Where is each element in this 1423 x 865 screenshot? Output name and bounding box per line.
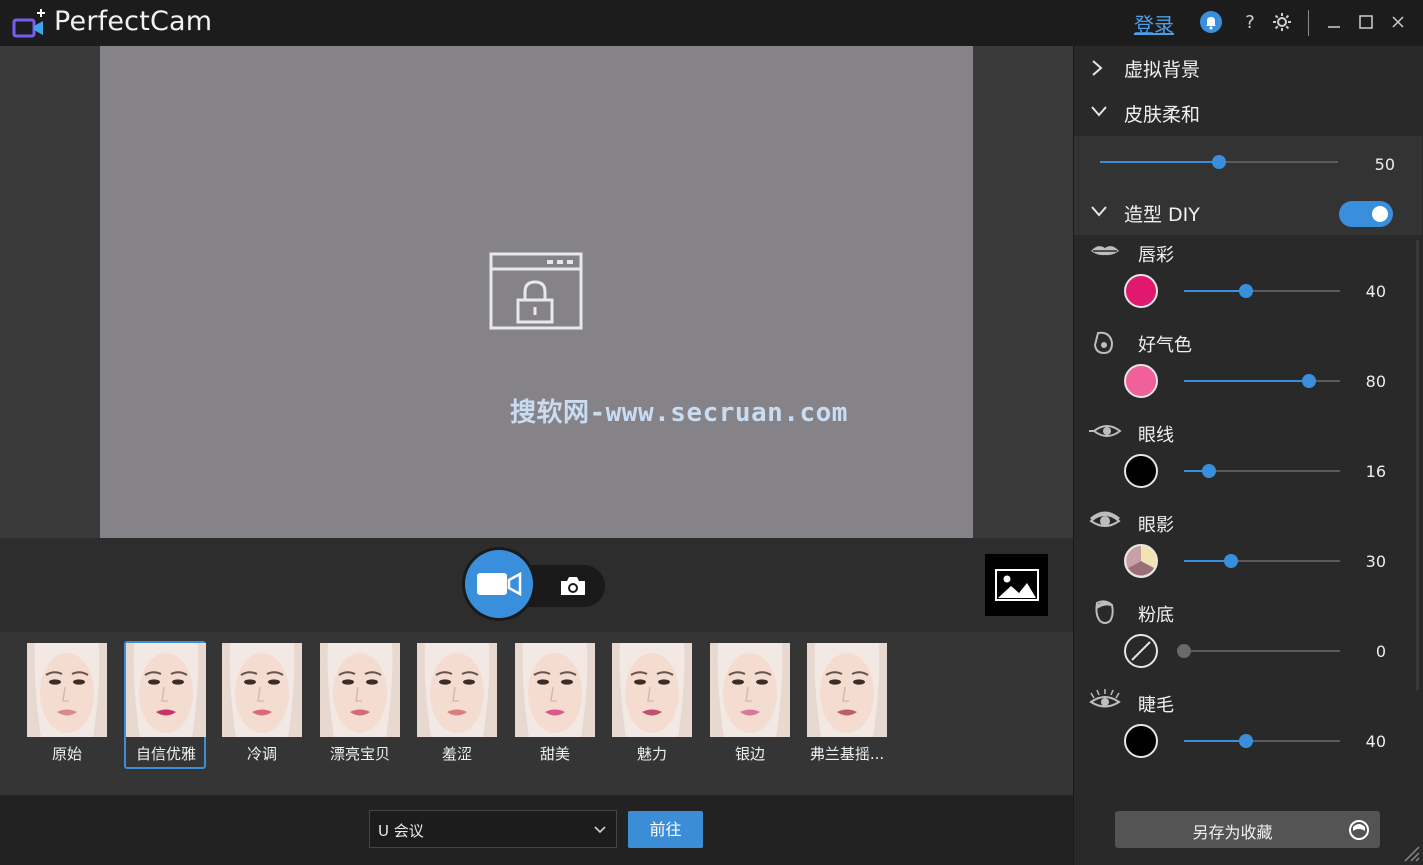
lips-icon xyxy=(1091,246,1119,256)
style-face-thumbnail xyxy=(222,643,302,737)
style-preset-label: 自信优雅 xyxy=(135,745,196,763)
style-preset-item[interactable]: 羞涩 xyxy=(417,643,497,769)
settings-gear-icon[interactable] xyxy=(1269,9,1295,35)
eyeshadow-icon xyxy=(1089,511,1121,527)
no-color-icon xyxy=(1131,641,1151,661)
go-button[interactable]: 前往 xyxy=(628,811,703,848)
makeup-intensity-value: 80 xyxy=(1365,372,1386,391)
skin-smoothing-slider[interactable] xyxy=(1100,154,1338,170)
video-mode-button[interactable] xyxy=(465,550,533,618)
maximize-icon[interactable] xyxy=(1353,9,1379,35)
locked-window-icon xyxy=(489,252,583,330)
help-icon[interactable]: ? xyxy=(1237,9,1263,35)
makeup-color-swatch[interactable] xyxy=(1124,544,1158,578)
save-as-favorite-label: 另存为收藏 xyxy=(1192,823,1273,842)
eyeshadow-palette-icon xyxy=(1126,546,1156,576)
style-preset-label: 甜美 xyxy=(539,745,570,763)
meeting-app-value: U 会议 xyxy=(378,822,424,840)
app-title: PerfectCam xyxy=(54,6,213,37)
virtual-background-header[interactable]: 虚拟背景 xyxy=(1074,46,1422,90)
makeup-color-swatch[interactable] xyxy=(1124,634,1158,668)
style-face-thumbnail xyxy=(710,643,790,737)
style-face-thumbnail xyxy=(126,643,206,737)
style-preset-item[interactable]: 弗兰基摇... xyxy=(807,643,887,769)
skin-smoothing-header[interactable]: 皮肤柔和 xyxy=(1074,91,1422,135)
panel-scrollbar[interactable] xyxy=(1416,240,1419,690)
style-face-thumbnail xyxy=(417,643,497,737)
blush-face-icon xyxy=(1093,331,1114,355)
makeup-intensity-slider[interactable] xyxy=(1184,373,1340,389)
style-face-thumbnail xyxy=(515,643,595,737)
makeup-intensity-slider[interactable] xyxy=(1177,643,1340,659)
makeup-color-swatch[interactable] xyxy=(1124,454,1158,488)
chevron-right-icon xyxy=(1092,60,1103,76)
makeup-label: 眼线 xyxy=(1138,425,1174,446)
notification-bell-icon[interactable] xyxy=(1198,9,1224,35)
virtual-background-title: 虚拟背景 xyxy=(1124,59,1201,81)
makeup-label: 好气色 xyxy=(1138,335,1192,356)
foundation-face-icon xyxy=(1095,600,1114,624)
gallery-button[interactable] xyxy=(985,554,1048,616)
save-as-favorite-button[interactable]: 另存为收藏 xyxy=(1115,811,1380,848)
resize-grip-icon[interactable] xyxy=(1400,842,1420,862)
style-preset-item[interactable]: 银边 xyxy=(710,643,790,769)
chevron-down-icon xyxy=(1091,106,1107,117)
style-preset-item[interactable]: 魅力 xyxy=(612,643,692,769)
style-preset-label: 冷调 xyxy=(246,745,277,763)
eyelash-icon xyxy=(1089,689,1121,708)
makeup-intensity-value: 0 xyxy=(1375,642,1386,661)
skin-smoothing-title: 皮肤柔和 xyxy=(1124,104,1201,126)
makeup-label: 粉底 xyxy=(1138,605,1174,626)
style-preset-label: 羞涩 xyxy=(441,745,472,763)
makeup-intensity-value: 40 xyxy=(1365,282,1386,301)
style-preset-item[interactable]: 漂亮宝贝 xyxy=(320,643,400,769)
style-face-thumbnail xyxy=(612,643,692,737)
eyeliner-icon xyxy=(1089,425,1122,437)
photo-mode-button[interactable] xyxy=(556,572,590,600)
titlebar-divider xyxy=(1308,10,1309,36)
style-face-thumbnail xyxy=(807,643,887,737)
makeup-label: 眼影 xyxy=(1138,515,1174,536)
watermark-text: 搜软网-www.secruan.com xyxy=(510,398,848,428)
makeup-intensity-slider[interactable] xyxy=(1184,553,1340,569)
makeup-color-swatch[interactable] xyxy=(1124,364,1158,398)
close-icon[interactable] xyxy=(1385,9,1411,35)
camera-icon xyxy=(561,577,585,595)
makeup-label: 睫毛 xyxy=(1138,695,1174,716)
makeup-intensity-slider[interactable] xyxy=(1184,283,1340,299)
style-preset-item[interactable]: 自信优雅 xyxy=(124,641,206,769)
makeup-intensity-value: 30 xyxy=(1365,552,1386,571)
login-link[interactable]: 登录 xyxy=(1134,9,1174,38)
face-favorite-icon xyxy=(1349,820,1369,840)
skin-smoothing-value: 50 xyxy=(1374,155,1395,174)
perfectcam-logo-icon xyxy=(12,9,45,38)
style-face-thumbnail xyxy=(27,643,107,737)
makeup-color-swatch[interactable] xyxy=(1124,724,1158,758)
style-preset-label: 原始 xyxy=(51,745,82,763)
style-preset-item[interactable]: 甜美 xyxy=(515,643,595,769)
makeup-intensity-value: 16 xyxy=(1365,462,1386,481)
makeup-intensity-slider[interactable] xyxy=(1184,733,1340,749)
makeup-intensity-value: 40 xyxy=(1365,732,1386,751)
meeting-app-select[interactable]: U 会议 xyxy=(369,810,617,848)
style-preset-item[interactable]: 原始 xyxy=(27,643,107,769)
makeup-color-swatch[interactable] xyxy=(1124,274,1158,308)
makeup-label: 唇彩 xyxy=(1138,245,1174,266)
style-preset-label: 漂亮宝贝 xyxy=(329,745,390,763)
makeup-intensity-slider[interactable] xyxy=(1184,463,1340,479)
style-preset-label: 弗兰基摇... xyxy=(809,745,885,763)
video-camera-icon xyxy=(477,571,522,597)
makeup-diy-title: 造型 DIY xyxy=(1124,204,1200,226)
style-preset-item[interactable]: 冷调 xyxy=(222,643,302,769)
makeup-diy-toggle[interactable] xyxy=(1339,201,1393,227)
style-preset-label: 魅力 xyxy=(636,745,667,763)
chevron-down-icon xyxy=(594,826,606,834)
minimize-icon[interactable] xyxy=(1321,9,1347,35)
style-face-thumbnail xyxy=(320,643,400,737)
style-preset-label: 银边 xyxy=(734,745,765,763)
image-gallery-icon xyxy=(994,569,1039,601)
chevron-down-icon xyxy=(1091,206,1107,217)
